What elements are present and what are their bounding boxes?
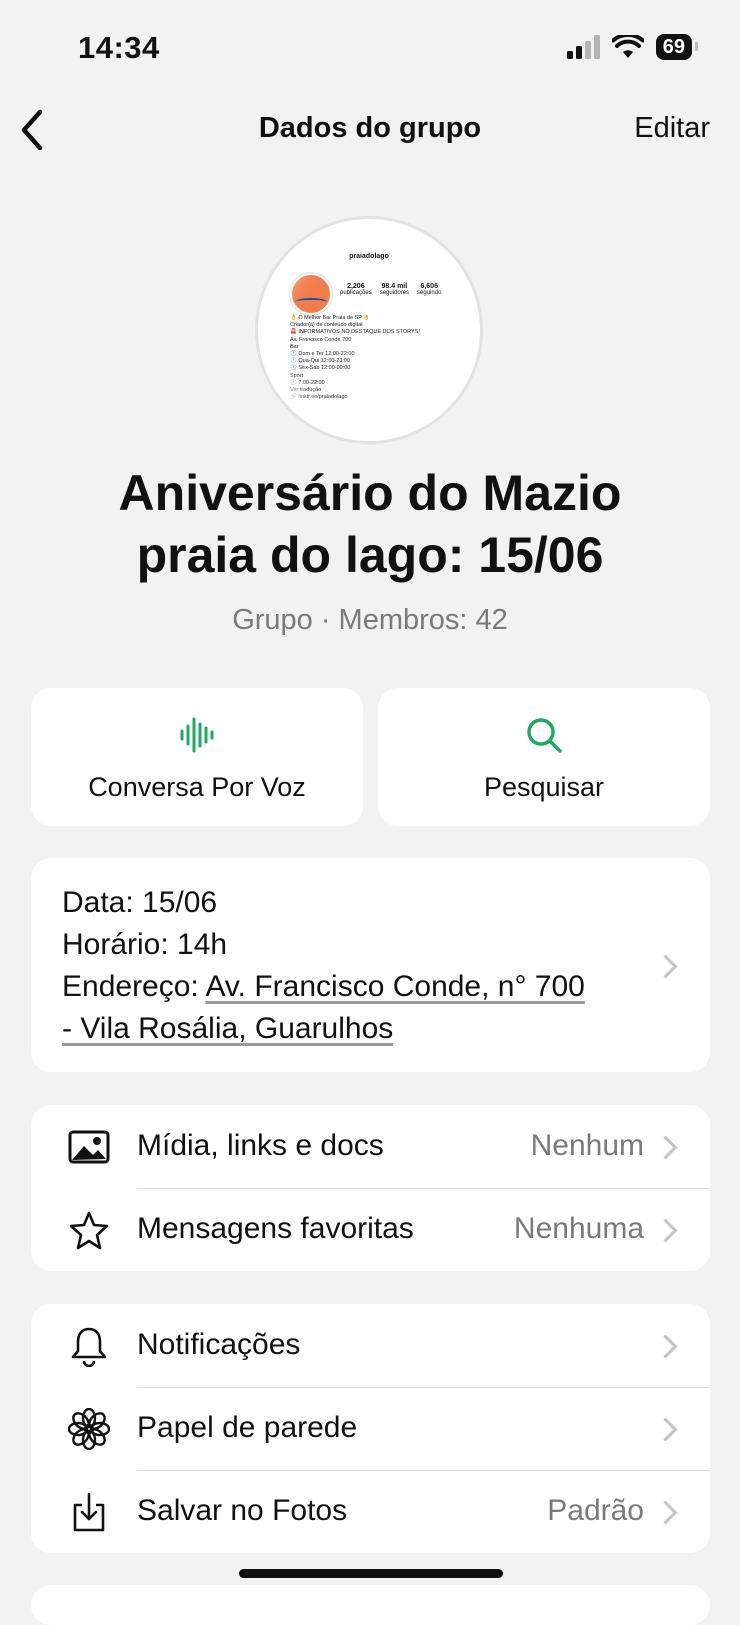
chevron-right-icon: [653, 954, 678, 979]
next-section-card: [31, 1585, 710, 1625]
row-label: Papel de parede: [137, 1411, 358, 1444]
group-description[interactable]: Data: 15/06 Horário: 14h Endereço: Av. F…: [31, 858, 710, 1072]
chevron-right-icon: [653, 1135, 678, 1160]
bell-icon: [67, 1324, 111, 1368]
row-label: Salvar no Fotos: [137, 1494, 348, 1527]
description-text: Data: 15/06 Horário: 14h Endereço: Av. F…: [62, 882, 652, 1050]
search-icon: [527, 718, 562, 753]
battery-indicator: 69: [655, 34, 699, 60]
edit-button[interactable]: Editar: [634, 112, 710, 145]
row-value: Padrão: [547, 1494, 644, 1527]
voice-chat-button[interactable]: Conversa Por Voz: [31, 688, 363, 826]
group-name: Aniversário do Mazio praia do lago: 15/0…: [118, 465, 622, 583]
signal-icon: [566, 35, 600, 59]
home-indicator[interactable]: [239, 1569, 503, 1578]
chevron-right-icon: [653, 1218, 678, 1243]
description-date: Data: 15/06: [62, 886, 218, 919]
description-address: Endereço: Av. Francisco Conde, n° 700: [62, 966, 652, 1008]
chevron-right-icon: [653, 1500, 678, 1525]
notifications-row[interactable]: Notificações: [31, 1304, 710, 1387]
page-title: Dados do grupo: [258, 112, 482, 144]
audio-wave-icon: [180, 717, 214, 753]
group-members-count: Grupo · Membros: 42: [232, 604, 508, 636]
chevron-right-icon: [653, 1417, 678, 1442]
row-value: Nenhuma: [513, 1212, 644, 1245]
address-link[interactable]: - Vila Rosália, Guarulhos: [62, 1012, 393, 1045]
search-label: Pesquisar: [483, 772, 605, 802]
save-to-photos-row[interactable]: Salvar no Fotos Padrão: [31, 1470, 710, 1553]
address-link[interactable]: Av. Francisco Conde, n° 700: [205, 970, 584, 1003]
search-button[interactable]: Pesquisar: [378, 688, 710, 826]
status-time: 14:34: [78, 30, 160, 65]
star-icon: [67, 1208, 111, 1252]
group-avatar[interactable]: praiadolago 2,206 publicações 98.4 mil seg…: [258, 219, 480, 441]
flower-icon: [67, 1407, 111, 1451]
chevron-right-icon: [653, 1334, 678, 1359]
settings-section: Notificações Papel de parede Salvar no F…: [31, 1304, 710, 1553]
media-section: Mídia, links e docs Nenhum Mensagens fav…: [31, 1105, 710, 1271]
description-time: Horário: 14h: [62, 928, 228, 961]
image-icon: [67, 1125, 111, 1169]
starred-messages-row[interactable]: Mensagens favoritas Nenhuma: [31, 1188, 710, 1271]
voice-chat-label: Conversa Por Voz: [88, 772, 306, 802]
media-links-docs-row[interactable]: Mídia, links e docs Nenhum: [31, 1105, 710, 1188]
row-value: Nenhum: [530, 1129, 644, 1162]
wallpaper-row[interactable]: Papel de parede: [31, 1387, 710, 1470]
row-label: Notificações: [137, 1328, 301, 1361]
avatar-image: praiadolago 2,206 publicações 98.4 mil seg…: [258, 219, 480, 441]
row-label: Mensagens favoritas: [137, 1212, 414, 1245]
download-icon: [67, 1490, 111, 1534]
status-icons: 69: [566, 34, 699, 60]
row-label: Mídia, links e docs: [137, 1129, 384, 1162]
wifi-icon: [611, 35, 644, 58]
address-prefix: Endereço:: [62, 970, 206, 1003]
